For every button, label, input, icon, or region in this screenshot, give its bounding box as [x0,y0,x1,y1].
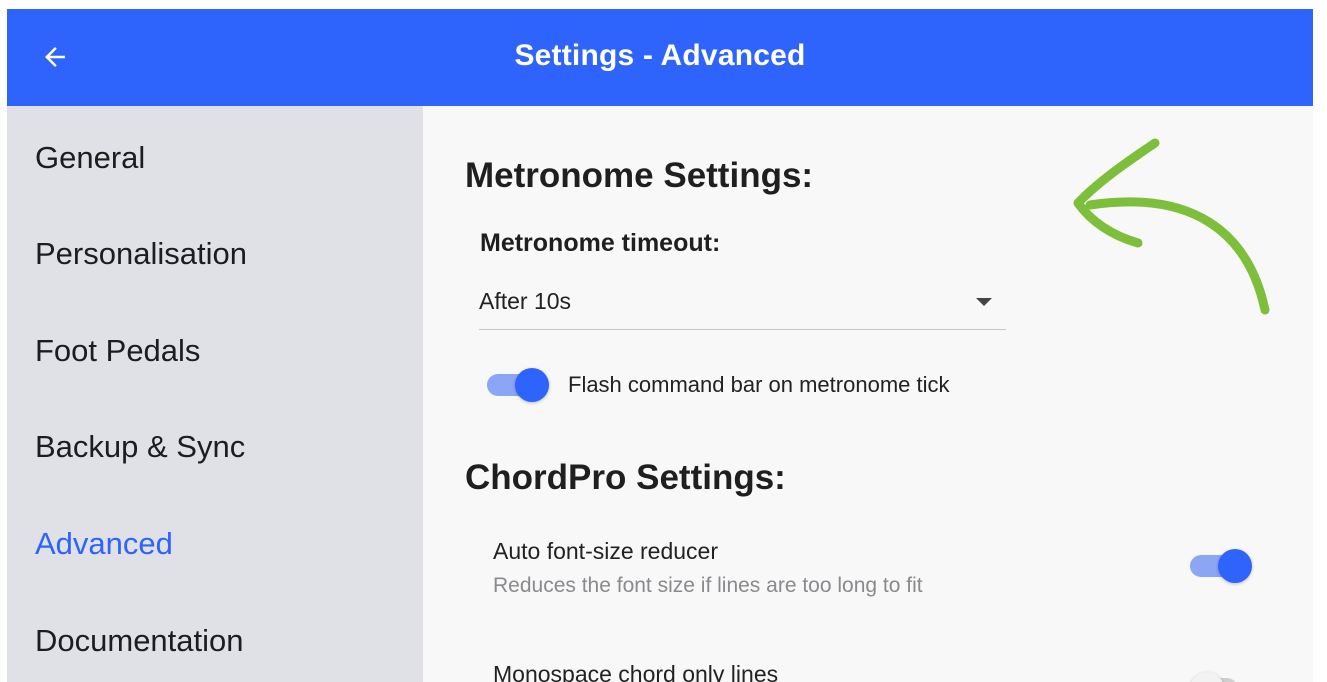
auto-font-size-title: Auto font-size reducer [493,538,719,564]
metronome-timeout-value: After 10s [479,288,572,314]
app-bar: Settings - Advanced [7,9,1313,106]
settings-sidebar: General Personalisation Foot Pedals Back… [7,106,423,682]
toggle-thumb [1190,672,1224,682]
hand-drawn-arrow-icon [1073,138,1270,315]
chordpro-settings-heading: ChordPro Settings: [465,458,786,497]
sidebar-item-general[interactable]: General [35,140,145,176]
sidebar-item-backup-sync[interactable]: Backup & Sync [35,429,245,465]
toggle-thumb [1218,549,1252,583]
caret-down-icon [976,298,992,306]
auto-font-size-subtitle: Reduces the font size if lines are too l… [493,574,923,597]
toggle-thumb [515,368,549,402]
monospace-chord-lines-title: Monospace chord only lines [493,661,779,682]
sidebar-item-advanced[interactable]: Advanced [35,526,173,562]
metronome-timeout-dropdown[interactable]: After 10s [479,274,1006,330]
metronome-settings-heading: Metronome Settings: [465,156,814,195]
app-window: Settings - Advanced General Personalisat… [0,0,1327,682]
sidebar-item-documentation[interactable]: Documentation [35,623,244,659]
metronome-timeout-label: Metronome timeout: [480,229,721,257]
flash-command-bar-label: Flash command bar on metronome tick [568,372,950,397]
page-title: Settings - Advanced [514,39,806,72]
sidebar-item-personalisation[interactable]: Personalisation [35,236,247,272]
sidebar-item-foot-pedals[interactable]: Foot Pedals [35,333,200,369]
